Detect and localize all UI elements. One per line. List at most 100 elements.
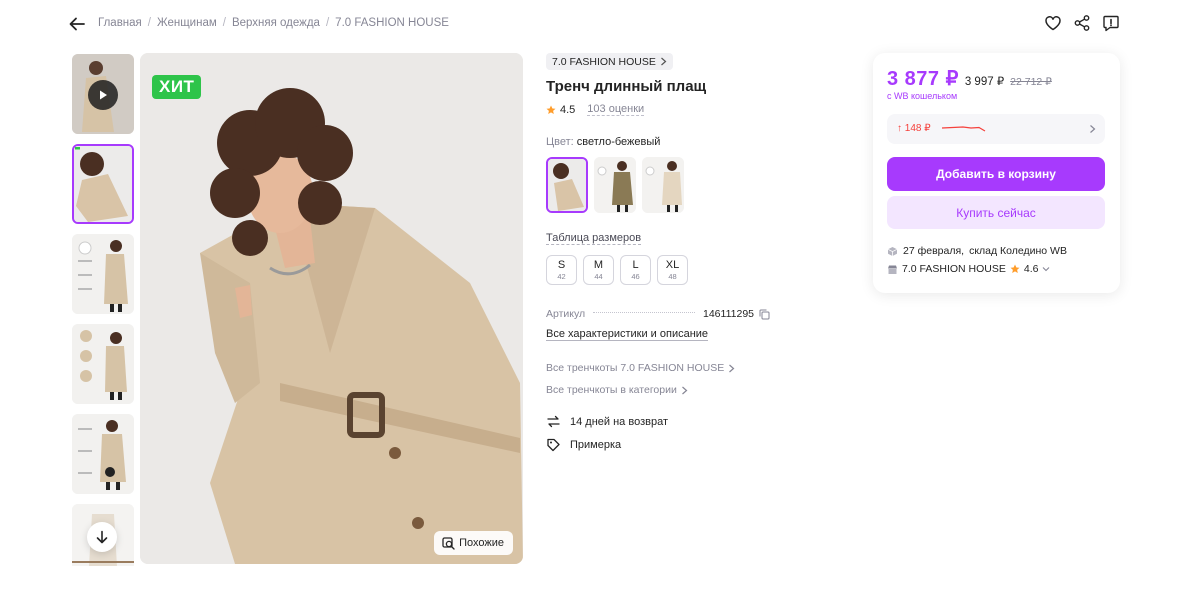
- size-option-m[interactable]: M 44: [583, 255, 614, 285]
- article-label: Артикул: [546, 308, 586, 320]
- price-row: 3 877 ₽ 3 997 ₽ 22 712 ₽: [887, 66, 1052, 91]
- thumbnails-scroll-down-button[interactable]: [87, 522, 117, 552]
- thumbnail-image: [74, 146, 132, 222]
- all-specs-link[interactable]: Все характеристики и описание: [546, 328, 709, 341]
- size-option-xl[interactable]: XL 48: [657, 255, 688, 285]
- size-option-s[interactable]: S 42: [546, 255, 577, 285]
- color-swatches: [546, 157, 684, 213]
- regular-price: 3 997 ₽: [964, 76, 1005, 88]
- size-letter: S: [557, 259, 566, 271]
- heart-icon[interactable]: [1044, 14, 1062, 32]
- hit-badge: ХИТ: [152, 75, 202, 99]
- thumbnail-1[interactable]: [72, 144, 134, 224]
- link-label: Все тренчкоты в категории: [546, 384, 677, 396]
- product-rating: 4.5 103 оценки: [546, 103, 645, 116]
- link-label: Все тренчкоты 7.0 FASHION HOUSE: [546, 362, 725, 374]
- thumbnail-4[interactable]: [72, 414, 134, 494]
- breadcrumb-item-women[interactable]: Женщинам: [157, 17, 217, 29]
- chevron-right-icon: [1090, 125, 1096, 133]
- chevron-right-icon: [729, 364, 735, 372]
- seller-name: 7.0 FASHION HOUSE: [902, 263, 1006, 275]
- fitting-info: Примерка: [546, 437, 621, 452]
- similar-button[interactable]: Похожие: [434, 531, 513, 555]
- size-letter: M: [593, 259, 604, 271]
- delivery-date: 27 февраля,: [903, 245, 965, 257]
- star-icon: [1010, 264, 1020, 273]
- rating-value: 4.5: [560, 103, 576, 116]
- size-options: S 42 M 44 L 46 XL 48: [546, 255, 688, 285]
- breadcrumb-separator: /: [147, 17, 151, 29]
- star-icon: [546, 105, 556, 114]
- swatch-image: [548, 159, 586, 211]
- back-arrow-icon[interactable]: [68, 15, 86, 33]
- brand-name: 7.0 FASHION HOUSE: [552, 55, 656, 68]
- size-letter: XL: [665, 259, 680, 271]
- delivery-warehouse: склад Коледино WB: [969, 245, 1067, 257]
- tag-icon: [547, 438, 560, 452]
- chevron-right-icon: [681, 386, 688, 394]
- size-table-link[interactable]: Таблица размеров: [546, 232, 642, 245]
- chevron-down-icon: [1043, 267, 1050, 272]
- top-actions: [1044, 14, 1120, 32]
- article-row: Артикул 146111295: [546, 308, 770, 320]
- all-brand-trenchcoats-link[interactable]: Все тренчкоты 7.0 FASHION HOUSE: [546, 362, 735, 374]
- chevron-right-icon: [660, 57, 667, 66]
- price-card: 3 877 ₽ 3 997 ₽ 22 712 ₽ с WB кошельком …: [873, 53, 1120, 293]
- size-option-l[interactable]: L 46: [620, 255, 651, 285]
- reviews-link[interactable]: 103 оценки: [587, 103, 645, 116]
- delivery-info: 27 февраля, склад Коледино WB: [887, 245, 1067, 257]
- color-swatch-olive[interactable]: [594, 157, 636, 213]
- brand-link[interactable]: 7.0 FASHION HOUSE: [546, 53, 673, 70]
- color-label: Цвет: светло-бежевый: [546, 136, 660, 148]
- old-price: 22 712 ₽: [1010, 76, 1052, 88]
- fitting-text: Примерка: [570, 438, 622, 451]
- color-swatch-light[interactable]: [642, 157, 684, 213]
- thumbnail-2[interactable]: [72, 234, 134, 314]
- size-letter: L: [632, 259, 639, 271]
- return-arrows-icon: [547, 415, 560, 428]
- seller-link[interactable]: 7.0 FASHION HOUSE 4.6: [887, 263, 1050, 275]
- add-to-cart-button[interactable]: Добавить в корзину: [887, 157, 1105, 191]
- share-icon[interactable]: [1073, 14, 1091, 32]
- thumbnail-video[interactable]: [72, 54, 134, 134]
- copy-icon[interactable]: [759, 309, 770, 320]
- box-icon: [887, 246, 898, 256]
- all-category-trenchcoats-link[interactable]: Все тренчкоты в категории: [546, 384, 688, 396]
- similar-button-label: Похожие: [459, 537, 504, 549]
- breadcrumb-separator: /: [222, 17, 226, 29]
- buy-now-button[interactable]: Купить сейчас: [887, 196, 1105, 229]
- color-label-text: Цвет:: [546, 136, 574, 148]
- wallet-note: с WB кошельком: [887, 91, 958, 101]
- thumbnail-image: [72, 234, 134, 314]
- shop-icon: [888, 265, 897, 274]
- color-swatch-beige[interactable]: [546, 157, 588, 213]
- report-icon[interactable]: [1102, 14, 1120, 32]
- play-button[interactable]: [88, 80, 118, 110]
- thumbnail-image: [72, 324, 134, 404]
- price-history-sparkline: [941, 126, 986, 132]
- return-policy: 14 дней на возврат: [546, 414, 668, 429]
- price-change: ↑ 148 ₽: [897, 123, 931, 134]
- play-icon: [100, 90, 107, 100]
- breadcrumb-separator: /: [325, 17, 330, 29]
- swatch-image: [594, 157, 636, 213]
- thumbnail-strip: [72, 54, 134, 566]
- product-title: Тренч длинный плащ: [546, 78, 707, 95]
- search-similar-icon: [442, 536, 455, 550]
- swatch-image: [642, 157, 684, 213]
- return-policy-text: 14 дней на возврат: [570, 415, 668, 428]
- thumbnail-image: [72, 414, 134, 494]
- wallet-price: 3 877 ₽: [887, 68, 959, 90]
- breadcrumb: Главная / Женщинам / Верхняя одежда / 7.…: [98, 17, 449, 29]
- article-value: 146111295: [703, 308, 754, 320]
- size-number: 44: [594, 272, 603, 281]
- price-history-button[interactable]: ↑ 148 ₽: [887, 114, 1105, 144]
- main-product-image[interactable]: ХИТ Похожие: [140, 53, 523, 564]
- arrow-down-icon: [96, 530, 108, 544]
- breadcrumb-item-outerwear[interactable]: Верхняя одежда: [232, 17, 320, 29]
- breadcrumb-item-home[interactable]: Главная: [98, 17, 142, 29]
- breadcrumb-item-brand[interactable]: 7.0 FASHION HOUSE: [335, 17, 449, 29]
- size-number: 46: [631, 272, 640, 281]
- thumbnail-3[interactable]: [72, 324, 134, 404]
- size-number: 48: [668, 272, 677, 281]
